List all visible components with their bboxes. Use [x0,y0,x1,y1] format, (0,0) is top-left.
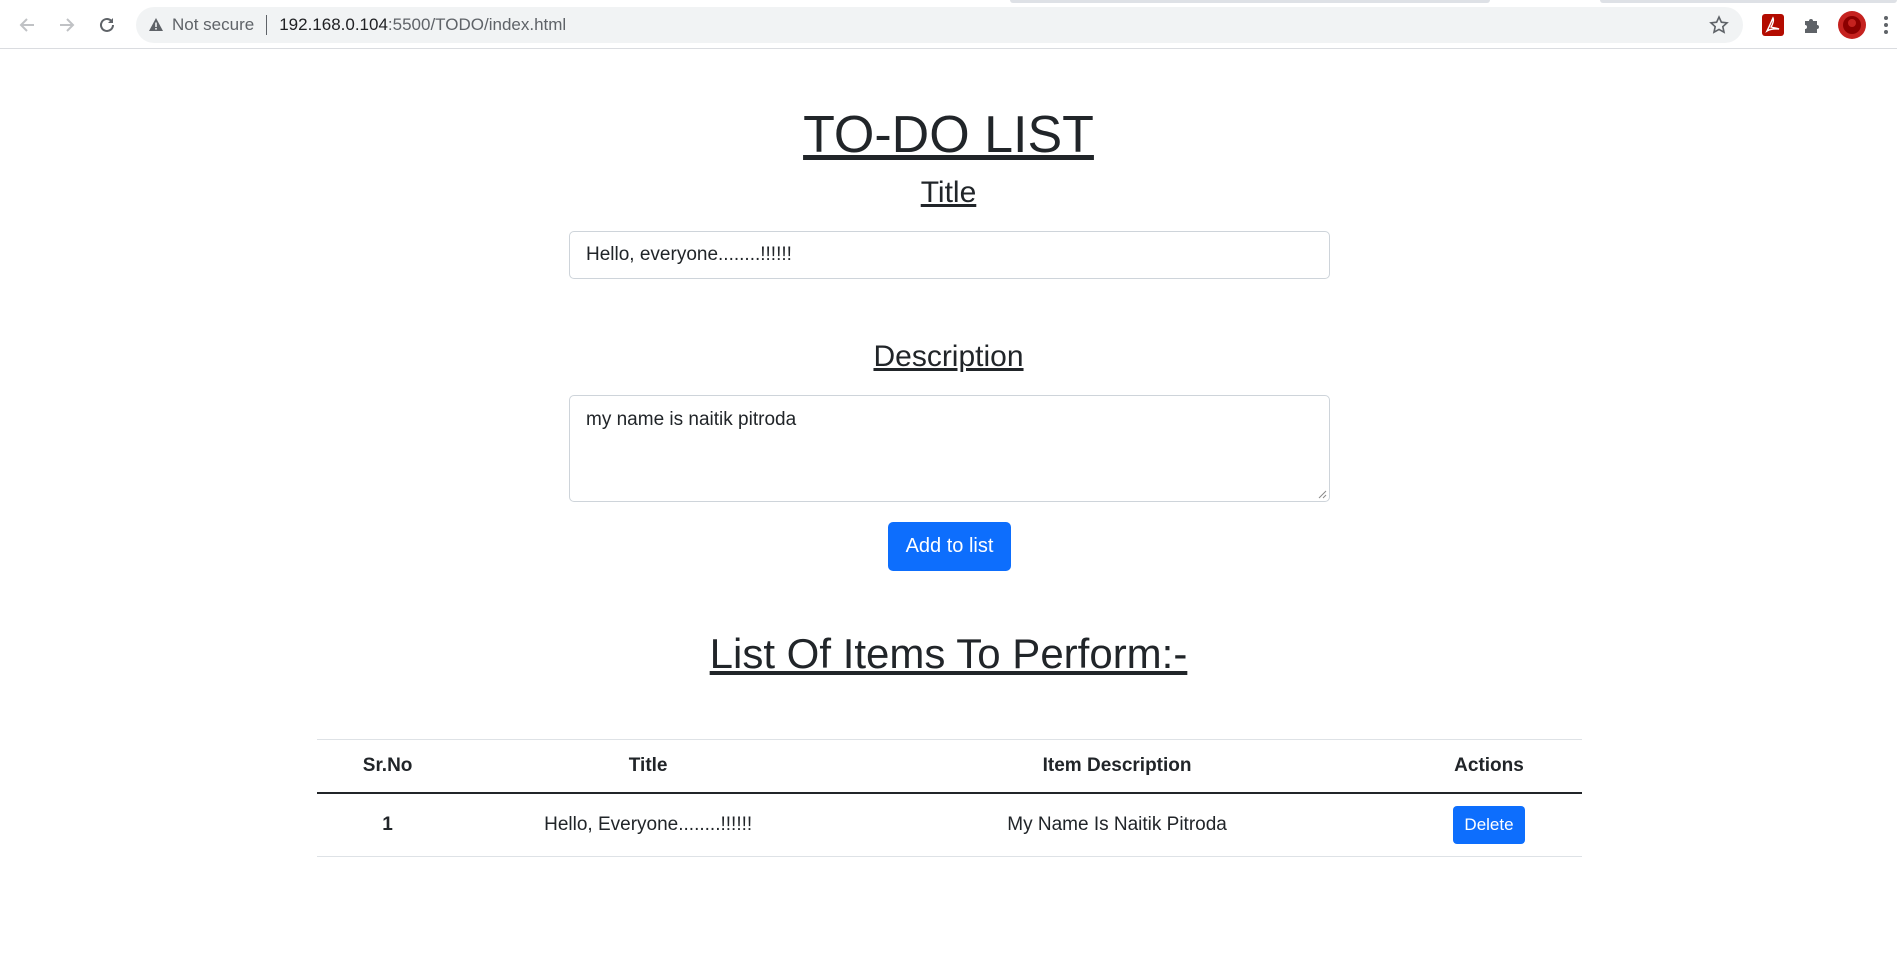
title-input[interactable] [569,231,1330,279]
delete-button[interactable]: Delete [1453,806,1525,844]
profile-avatar-icon [1838,11,1866,39]
browser-menu-button[interactable] [1876,11,1896,39]
list-heading: List Of Items To Perform:- [709,630,1188,677]
tab-strip-edge [1010,0,1490,3]
acrobat-extension-button[interactable] [1759,11,1787,39]
forward-icon [60,18,75,32]
bookmark-star-icon [1709,15,1729,34]
reload-icon [100,17,114,32]
title-label: Title [920,176,977,209]
description-label: Description [873,340,1024,373]
site-info-chip[interactable]: Not secure [148,7,254,43]
col-header-actions: Actions [1396,739,1582,794]
extensions-button[interactable] [1798,11,1826,39]
extensions-puzzle-icon [1805,19,1819,33]
url-text: 192.168.0.104:5500/TODO/index.html [279,15,566,35]
omnibox-separator [266,15,268,35]
page-content: TO-DO LIST Title Description my name is … [0,49,1897,970]
address-bar[interactable]: Not secure 192.168.0.104:5500/TODO/index… [136,7,1743,43]
security-label: Not secure [172,15,255,34]
back-icon [19,18,34,32]
row-actions: Delete [1396,793,1582,857]
resize-grip-icon[interactable] [1317,489,1327,499]
table-header: Sr.No Title Item Description Actions [317,739,1582,794]
description-textarea[interactable]: my name is naitik pitroda [569,395,1330,502]
tab-strip-edge [1600,0,1897,3]
url-path: :5500/TODO/index.html [387,15,567,34]
add-to-list-button[interactable]: Add to list [888,522,1011,571]
bookmark-button[interactable] [1707,13,1731,37]
table-row: 1 Hello, Everyone........!!!!!! My Name … [317,793,1582,857]
col-header-srno: Sr.No [317,739,459,794]
table-header-row: Sr.No Title Item Description Actions [317,739,1582,794]
browser-toolbar: Not secure 192.168.0.104:5500/TODO/index… [0,0,1897,49]
items-table: Sr.No Title Item Description Actions 1 H… [317,739,1582,857]
page-title: TO-DO LIST [803,106,1094,164]
menu-kebab-icon [1884,16,1888,34]
forward-button[interactable] [51,9,83,41]
col-header-description: Item Description [838,739,1396,794]
reload-button[interactable] [91,9,123,41]
profile-button[interactable] [1838,11,1866,39]
warning-icon [149,18,163,31]
acrobat-extension-icon [1762,14,1784,36]
row-title: Hello, Everyone........!!!!!! [458,793,839,857]
back-button[interactable] [11,9,43,41]
url-host: 192.168.0.104 [279,15,388,34]
row-srno: 1 [317,793,459,857]
row-description: My Name Is Naitik Pitroda [838,793,1396,857]
col-header-title: Title [458,739,839,794]
